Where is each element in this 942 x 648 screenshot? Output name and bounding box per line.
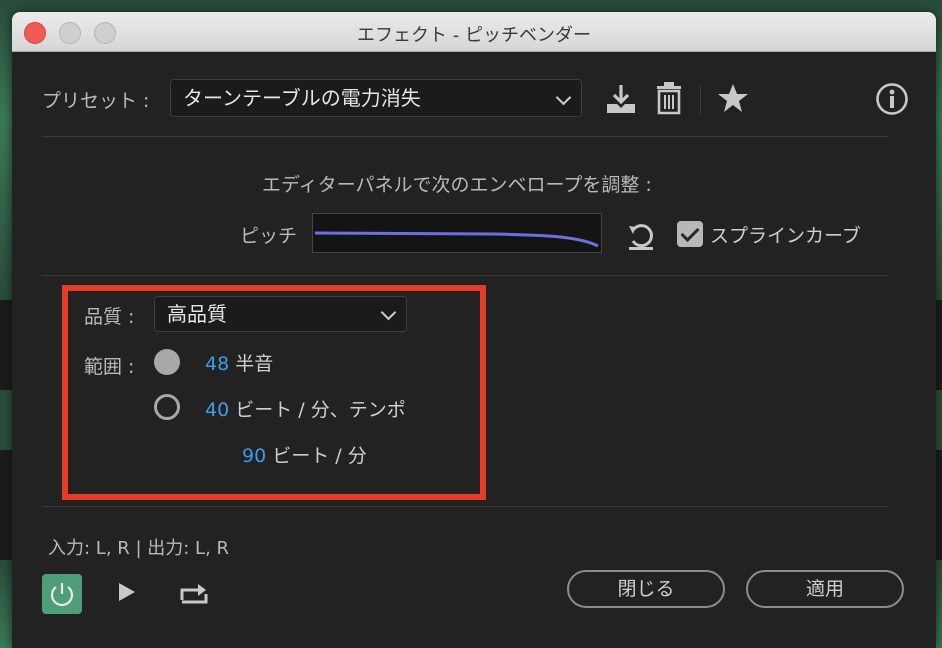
tempo-value[interactable]: 90 xyxy=(242,445,266,467)
spline-label: スプラインカーブ xyxy=(710,225,861,247)
section-divider xyxy=(42,506,888,507)
loop-icon[interactable] xyxy=(178,578,210,606)
range-bpm-radio[interactable] xyxy=(154,394,180,420)
preset-dropdown[interactable]: ターンテーブルの電力消失 xyxy=(170,79,582,117)
preset-value: ターンテーブルの電力消失 xyxy=(183,86,421,110)
apply-button[interactable]: 適用 xyxy=(746,570,904,608)
pitch-envelope-graph[interactable] xyxy=(312,213,602,253)
tempo-option[interactable]: 90 ビート / 分 xyxy=(242,441,367,468)
window-title: エフェクト - ピッチベンダー xyxy=(357,25,591,46)
range-semitone-radio[interactable] xyxy=(154,349,180,375)
play-icon[interactable] xyxy=(116,580,138,604)
download-icon[interactable] xyxy=(604,82,638,116)
toolbar-separator xyxy=(700,84,701,114)
range-label: 範囲 : xyxy=(84,356,135,378)
range-semitone-unit: 半音 xyxy=(235,353,274,375)
pitch-label: ピッチ xyxy=(240,225,298,247)
reset-icon[interactable] xyxy=(626,221,656,251)
range-bpm-unit: ビート / 分、テンポ xyxy=(235,399,406,421)
title-bar[interactable]: エフェクト - ピッチベンダー xyxy=(12,12,936,52)
section-divider xyxy=(42,136,888,137)
range-bpm-value[interactable]: 40 xyxy=(205,399,229,421)
preset-label: プリセット : xyxy=(42,90,150,112)
range-semitone-value[interactable]: 48 xyxy=(205,353,229,375)
close-button[interactable]: 閉じる xyxy=(567,570,725,608)
tempo-unit: ビート / 分 xyxy=(272,445,367,467)
quality-value: 高品質 xyxy=(167,302,227,326)
star-icon[interactable] xyxy=(717,82,749,114)
quality-label: 品質 : xyxy=(84,306,135,328)
io-routing-text: 入力: L, R | 出力: L, R xyxy=(48,538,230,559)
spline-checkbox[interactable] xyxy=(677,221,703,247)
effect-dialog: エフェクト - ピッチベンダー プリセット : ターンテーブルの電力消失 エディ… xyxy=(12,12,936,648)
envelope-instruction: エディターパネルで次のエンベロープを調整 : xyxy=(262,174,652,196)
quality-dropdown[interactable]: 高品質 xyxy=(154,296,407,332)
range-semitone-option[interactable]: 48 半音 xyxy=(205,349,273,376)
info-icon[interactable] xyxy=(875,82,909,116)
power-icon xyxy=(50,583,74,607)
section-divider xyxy=(42,275,888,276)
chevron-down-icon xyxy=(380,304,397,321)
range-bpm-option[interactable]: 40 ビート / 分、テンポ xyxy=(205,395,406,422)
power-toggle-button[interactable] xyxy=(42,574,82,614)
chevron-down-icon xyxy=(555,89,572,106)
trash-icon[interactable] xyxy=(654,81,684,115)
